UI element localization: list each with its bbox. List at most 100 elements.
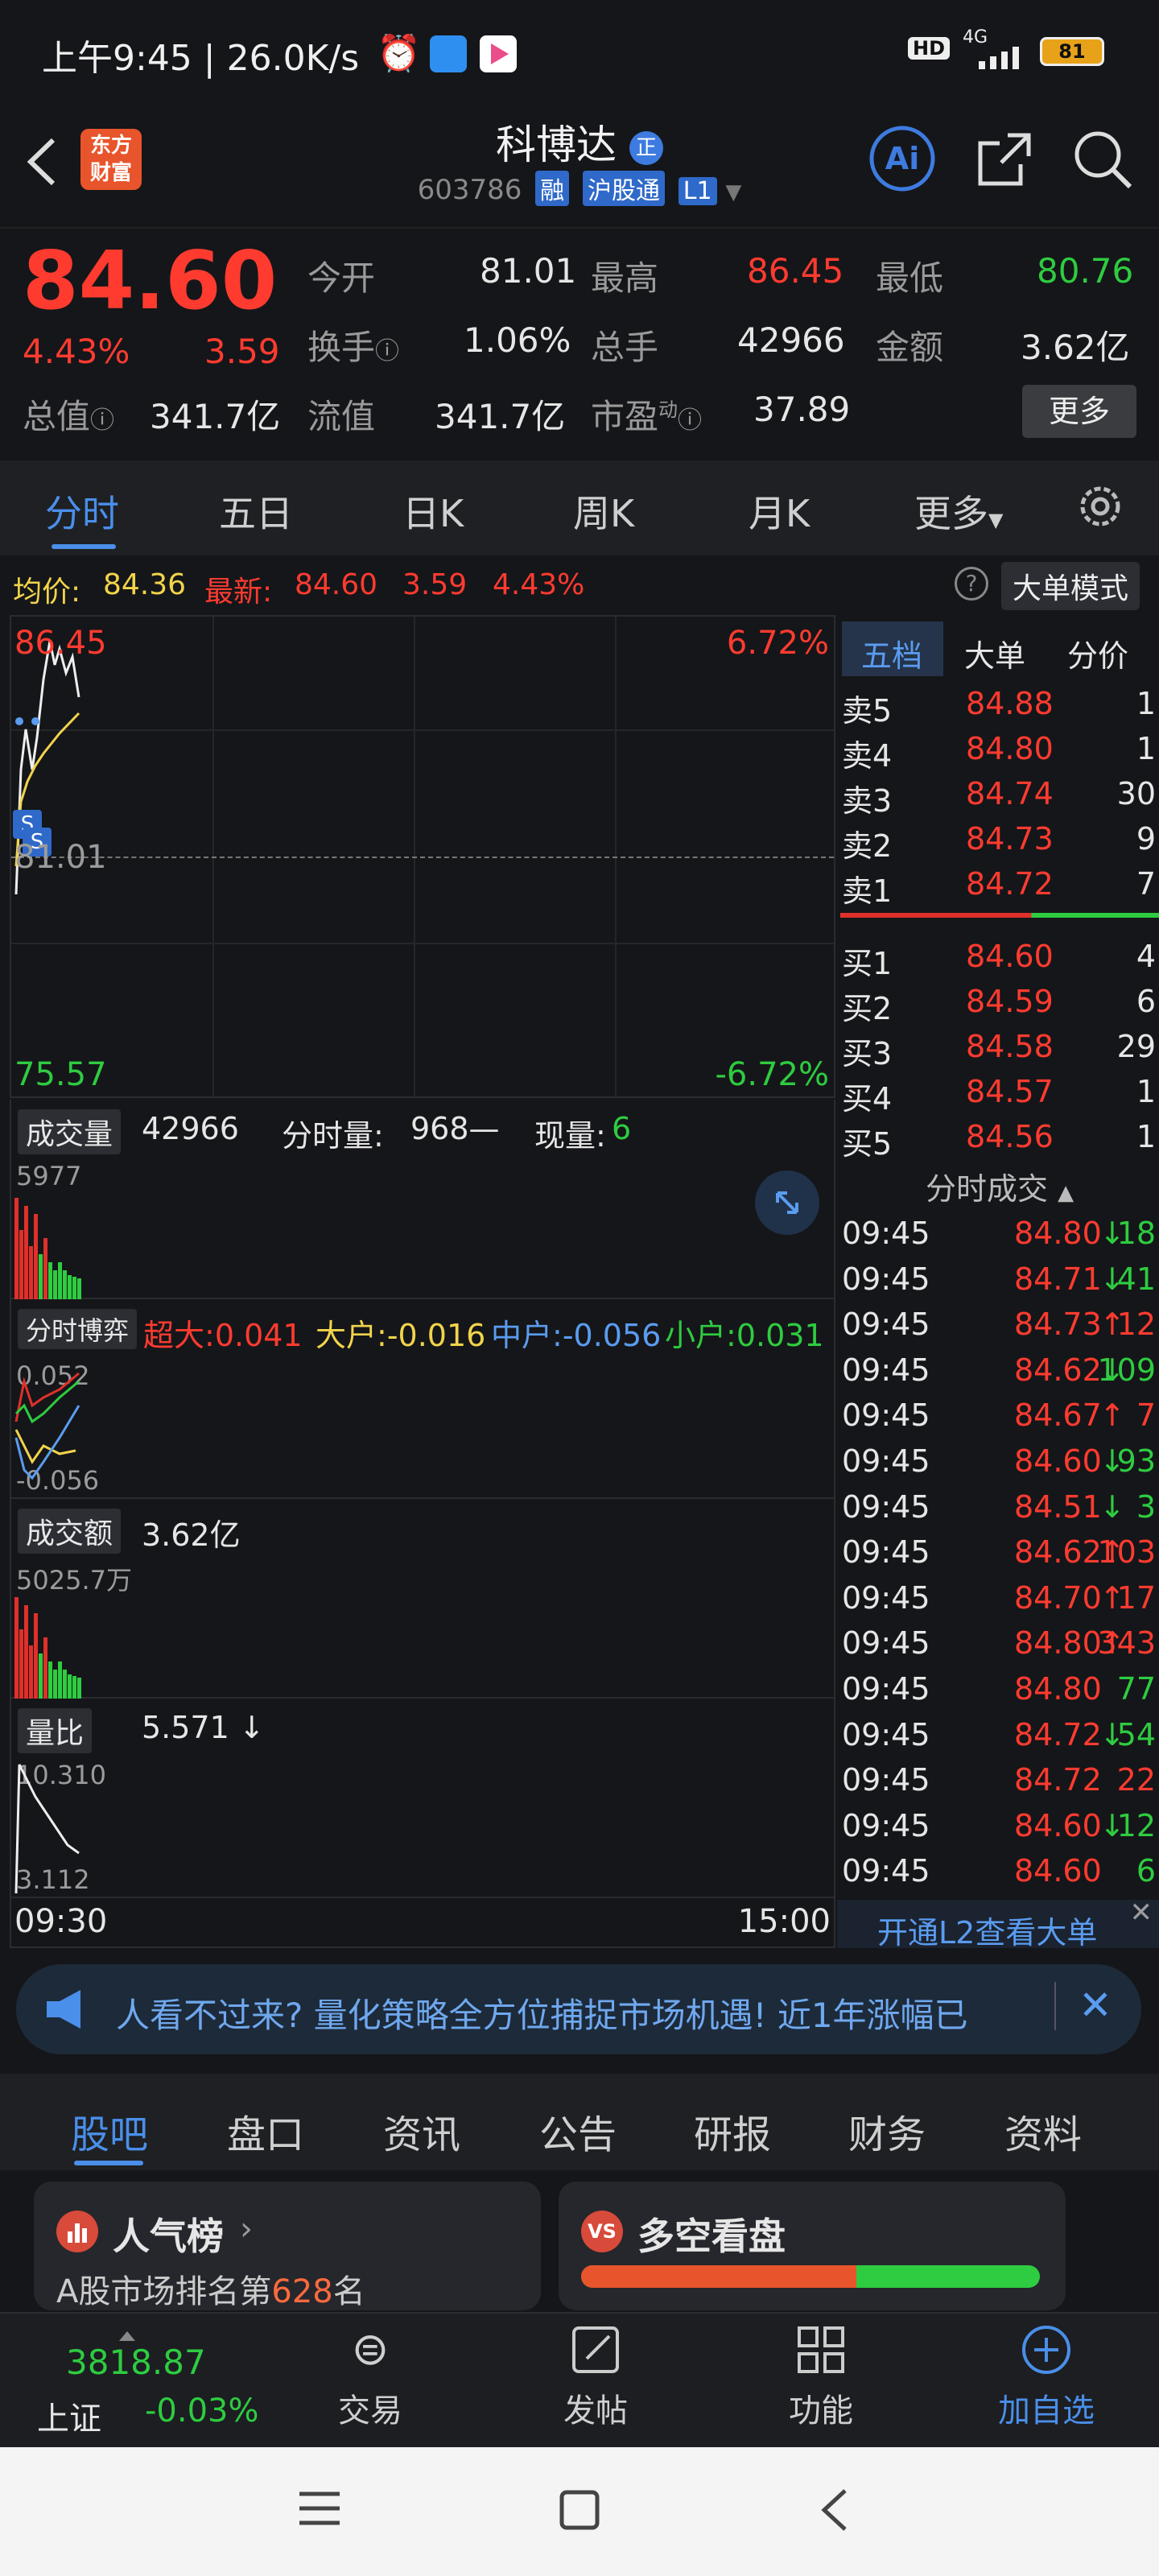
- ratio-indicator-dropdown[interactable]: 量比: [18, 1708, 93, 1753]
- bid-row[interactable]: 买4 84.57 1: [842, 1071, 1156, 1117]
- tab-monthly-k[interactable]: 月K: [749, 485, 810, 538]
- trade-price: 84.60: [1014, 1853, 1102, 1889]
- flow-chart[interactable]: 0.052 -0.056: [10, 1357, 835, 1499]
- flow-small-value: 0.031: [736, 1318, 824, 1353]
- book-tab-price[interactable]: 分价: [1067, 631, 1128, 675]
- trade-row: 09:45 84.70 ↑ 17: [842, 1577, 1159, 1622]
- popularity-card[interactable]: 人气榜 › A股市场排名第628名: [34, 2182, 541, 2310]
- trade-row: 09:45 84.60 ↓ 12: [842, 1805, 1159, 1850]
- settings-gear-icon[interactable]: [1074, 480, 1127, 536]
- time-axis: 09:30 15:00: [10, 1898, 835, 1948]
- megaphone-icon: [43, 1988, 92, 2033]
- help-icon[interactable]: ?: [955, 567, 988, 601]
- menu-icon[interactable]: [298, 2489, 341, 2533]
- ranking-icon: [56, 2211, 98, 2252]
- trade-price: 84.70: [1014, 1579, 1102, 1616]
- bid-row[interactable]: 买3 84.58 29: [842, 1026, 1156, 1071]
- chevron-right-icon: ›: [240, 2211, 253, 2248]
- bid-row[interactable]: 买5 84.56 1: [842, 1116, 1156, 1162]
- search-icon[interactable]: [1070, 127, 1135, 195]
- info-icon[interactable]: ⓘ: [90, 407, 114, 435]
- trade-price: 84.67: [1014, 1397, 1102, 1434]
- trade-row: 09:45 84.60 6: [842, 1850, 1159, 1895]
- alarm-icon: ⏰: [377, 33, 421, 74]
- bid-label: 买3: [842, 1036, 893, 1071]
- l2-link[interactable]: 开通L2查看大单: [877, 1908, 1097, 1952]
- bid-row[interactable]: 买1 84.60 4: [842, 935, 1156, 981]
- bull-bear-card[interactable]: VS 多空看盘: [559, 2182, 1066, 2310]
- amount-chart[interactable]: 5025.7万: [10, 1557, 835, 1699]
- avg-label: 均价:: [13, 576, 81, 609]
- tab-intraday[interactable]: 分时: [45, 485, 119, 538]
- book-tab-big-order[interactable]: 大单: [964, 631, 1025, 675]
- open-value: 81.01: [480, 251, 577, 291]
- latest-label: 最新:: [204, 576, 273, 609]
- tab-daily-k[interactable]: 日K: [402, 485, 464, 538]
- trade-price: 84.51: [1014, 1488, 1102, 1525]
- volume-min-label: 分时量:: [282, 1118, 384, 1154]
- trade-price: 84.80: [1014, 1671, 1102, 1707]
- tab-more[interactable]: 更多▼: [914, 485, 1003, 538]
- info-icon[interactable]: ⓘ: [678, 407, 702, 435]
- close-icon[interactable]: ✕: [1079, 1982, 1112, 2029]
- amount-dd-label: 成交额: [18, 1509, 122, 1554]
- tab-announcements[interactable]: 公告: [539, 2103, 617, 2159]
- tab-profile[interactable]: 资料: [1004, 2103, 1082, 2159]
- tab-5day[interactable]: 五日: [219, 485, 293, 538]
- nav-trade[interactable]: ⊜ 交易: [298, 2323, 443, 2431]
- trade-price: 84.72: [1014, 1716, 1102, 1752]
- trade-volume: 77: [1116, 1671, 1156, 1707]
- tab-research[interactable]: 研报: [694, 2103, 771, 2159]
- amount-indicator-dropdown[interactable]: 成交额: [18, 1509, 122, 1554]
- caret-up-icon: ▲: [1058, 1181, 1074, 1205]
- volume-indicator-dropdown[interactable]: 成交量: [18, 1109, 122, 1154]
- info-icon[interactable]: ⓘ: [375, 337, 399, 365]
- bid-row[interactable]: 买2 84.59 6: [842, 980, 1156, 1026]
- nav-add-watchlist-label: 加自选: [998, 2392, 1095, 2429]
- index-value[interactable]: 3818.87: [66, 2343, 206, 2382]
- ratio-panel-header: 量比 5.571 ↓: [10, 1699, 835, 1757]
- ai-icon[interactable]: Ai: [868, 124, 937, 196]
- home-icon[interactable]: [559, 2489, 600, 2534]
- ask-row[interactable]: 卖5 84.88 1: [842, 683, 1156, 729]
- trade-time: 09:45: [842, 1488, 930, 1525]
- nav-functions[interactable]: 功能: [749, 2323, 893, 2431]
- nav-add-watchlist[interactable]: 加自选: [974, 2323, 1119, 2431]
- grid-icon: [749, 2323, 893, 2384]
- intraday-price-chart[interactable]: S S 86.45 6.72% 81.01 75.57 -6.72%: [10, 615, 835, 1098]
- more-button[interactable]: 更多: [1022, 385, 1136, 438]
- tab-pankou[interactable]: 盘口: [227, 2103, 304, 2159]
- nav-post[interactable]: 发帖: [523, 2323, 668, 2431]
- expand-icon[interactable]: [755, 1170, 819, 1235]
- trade-volume: 109: [1097, 1352, 1156, 1388]
- ask-row[interactable]: 卖1 84.72 7: [842, 863, 1156, 909]
- trade-time: 09:45: [842, 1307, 930, 1343]
- trade-price: 84.60: [1014, 1443, 1102, 1479]
- trades-title[interactable]: 分时成交 ▲: [926, 1164, 1074, 1208]
- promo-banner[interactable]: 人看不过来? 量化策略全方位捕捉市场机遇! 近1年涨幅已 ✕: [16, 1964, 1141, 2054]
- flow-indicator-dropdown[interactable]: 分时博弈: [18, 1309, 138, 1349]
- chart-bottom-price: 75.57: [14, 1056, 107, 1093]
- ask-label: 卖5: [842, 693, 893, 729]
- flow-super-label: 超大:: [143, 1318, 215, 1353]
- bid-volume: 4: [1136, 939, 1156, 974]
- ask-row[interactable]: 卖4 84.80 1: [842, 728, 1156, 774]
- book-tab-level5[interactable]: 五档: [861, 631, 922, 675]
- volume-chart[interactable]: 5977: [10, 1158, 835, 1299]
- tab-news[interactable]: 资讯: [383, 2103, 460, 2159]
- big-order-mode-button[interactable]: 大单模式: [1001, 562, 1140, 610]
- share-icon[interactable]: [972, 127, 1037, 195]
- tab-weekly-k[interactable]: 周K: [573, 485, 634, 538]
- pe-label-text: 市盈: [591, 397, 659, 436]
- bid-price: 84.56: [966, 1119, 1054, 1154]
- ask-row[interactable]: 卖3 84.74 30: [842, 773, 1156, 819]
- index-expand-icon[interactable]: [119, 2331, 135, 2341]
- back-nav-icon[interactable]: [818, 2486, 850, 2537]
- close-icon[interactable]: ✕: [1130, 1897, 1153, 1929]
- l2-upsell-bar[interactable]: 开通L2查看大单 ✕: [837, 1897, 1159, 1951]
- tab-finance[interactable]: 财务: [848, 2103, 926, 2159]
- turnover-label: 换手ⓘ: [307, 320, 399, 369]
- ratio-chart[interactable]: 10.310 3.112: [10, 1757, 835, 1898]
- ask-row[interactable]: 卖2 84.73 9: [842, 818, 1156, 864]
- tab-guba[interactable]: 股吧: [71, 2103, 148, 2159]
